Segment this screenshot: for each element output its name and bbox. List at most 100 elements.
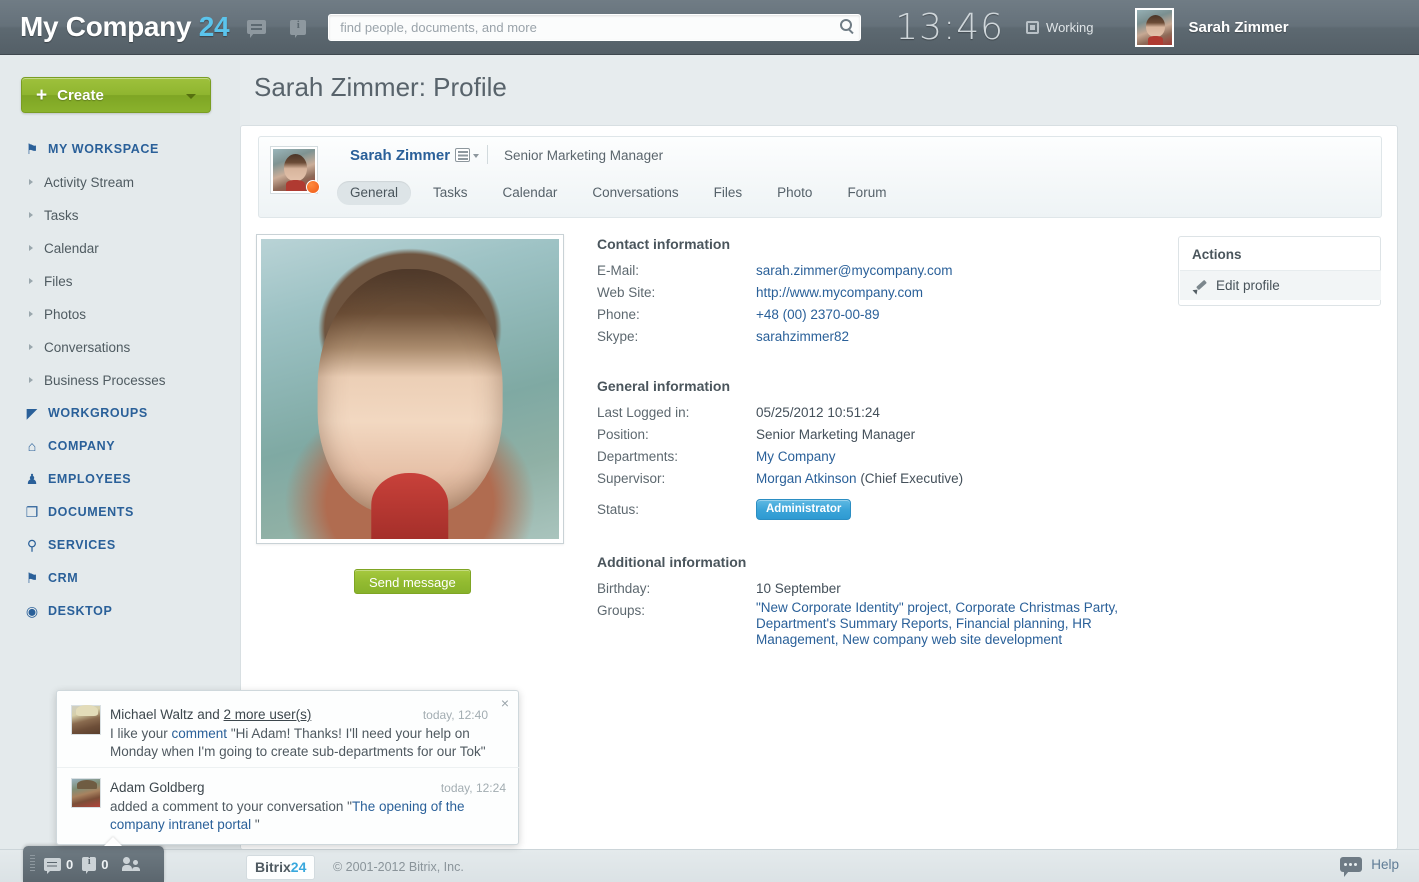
avatar [71, 705, 101, 735]
sidebar-item-business-processes[interactable]: Business Processes [0, 369, 240, 391]
search-icon[interactable] [840, 18, 853, 31]
sidebar-section-label: SERVICES [48, 538, 116, 552]
notifications-count: 0 [101, 856, 109, 872]
chevron-right-icon [29, 179, 35, 185]
groups-label: Groups: [597, 603, 646, 618]
sidebar-section-label: WORKGROUPS [48, 406, 148, 420]
help-chat-icon [1340, 857, 1363, 877]
chevron-down-icon[interactable] [186, 94, 196, 99]
notifications-counter[interactable]: 0 [82, 856, 109, 874]
website-value[interactable]: http://www.mycompany.com [756, 285, 923, 300]
tab-conversations[interactable]: Conversations [579, 181, 691, 205]
drag-handle[interactable] [30, 855, 35, 873]
status-badge: Administrator [756, 499, 852, 520]
copyright: © 2001-2012 Bitrix, Inc. [333, 860, 464, 874]
edit-profile-label: Edit profile [1216, 278, 1280, 293]
sidebar-section-desktop[interactable]: ◉ DESKTOP [0, 600, 240, 622]
megaphone-icon: ◤ [26, 405, 38, 421]
info-icon[interactable] [290, 19, 307, 38]
circle-icon: ◉ [25, 603, 39, 619]
messages-counter[interactable]: 0 [44, 856, 74, 874]
tab-calendar[interactable]: Calendar [490, 181, 571, 205]
profile-position-label: Senior Marketing Manager [504, 148, 664, 163]
logo-text: My Company [20, 11, 192, 42]
people-icon: ♟ [25, 471, 39, 487]
avatar [1135, 7, 1175, 47]
profile-tabs: General Tasks Calendar Conversations Files Ph… [337, 181, 908, 205]
sidebar-section-my-workspace[interactable]: ⚑ MY WORKSPACE [0, 138, 240, 160]
last-logged-value: 05/25/2012 10:51:24 [756, 405, 880, 420]
bitrix-logo-text: Bitrix [255, 859, 291, 875]
edit-profile-button[interactable]: Edit profile [1180, 270, 1381, 300]
supervisor-name-link[interactable]: Morgan Atkinson [756, 471, 857, 486]
bottom-bar: 0 0 Bitrix24 © 2001-2012 Bitrix, Inc. He… [0, 837, 1419, 882]
list-menu-icon[interactable] [455, 148, 470, 162]
profile-name-link[interactable]: Sarah Zimmer [350, 147, 450, 164]
tab-files[interactable]: Files [701, 181, 756, 205]
create-button[interactable]: + Create [21, 77, 211, 113]
position-value: Senior Marketing Manager [756, 427, 916, 442]
sidebar-item-activity-stream[interactable]: Activity Stream [0, 171, 240, 193]
help-button[interactable]: Help [1340, 857, 1399, 877]
sidebar-section-workgroups[interactable]: ◤ WORKGROUPS [0, 402, 240, 424]
sidebar-section-services[interactable]: ⚲ SERVICES [0, 534, 240, 556]
skype-label: Skype: [597, 329, 639, 344]
departments-value[interactable]: My Company [756, 449, 836, 464]
comment-link[interactable]: comment [172, 726, 228, 741]
sidebar-item-label: Business Processes [44, 372, 166, 388]
sidebar-item-files[interactable]: Files [0, 270, 240, 292]
user-name-label: Sarah Zimmer [1188, 18, 1289, 36]
supervisor-role: (Chief Executive) [856, 471, 964, 486]
bitrix-logo[interactable]: Bitrix24 [246, 855, 316, 880]
sidebar-section-documents[interactable]: ❐ DOCUMENTS [0, 501, 240, 523]
groups-links[interactable]: "New Corporate Identity" project, Corpor… [756, 600, 1118, 647]
last-logged-label: Last Logged in: [597, 405, 690, 420]
sidebar-section-employees[interactable]: ♟ EMPLOYEES [0, 468, 240, 490]
chevron-right-icon [29, 245, 35, 251]
website-label: Web Site: [597, 285, 656, 300]
sidebar-item-photos[interactable]: Photos [0, 303, 240, 325]
sidebar-section-company[interactable]: ⌂ COMPANY [0, 435, 240, 457]
search-input[interactable] [328, 13, 862, 41]
people-icon[interactable] [122, 857, 141, 871]
actions-panel: Actions Edit profile [1178, 236, 1381, 306]
help-label: Help [1371, 857, 1399, 872]
sidebar-item-conversations[interactable]: Conversations [0, 336, 240, 358]
working-status[interactable]: Working [1026, 20, 1093, 35]
app-logo[interactable]: My Company 24 [20, 11, 230, 43]
tab-general[interactable]: General [337, 181, 412, 205]
sidebar-section-label: DESKTOP [48, 604, 113, 618]
user-menu[interactable]: Sarah Zimmer [1135, 7, 1289, 47]
tab-tasks[interactable]: Tasks [420, 181, 481, 205]
phone-label: Phone: [597, 307, 640, 322]
tab-forum[interactable]: Forum [834, 181, 899, 205]
chevron-right-icon [29, 344, 35, 350]
home-icon: ⌂ [27, 438, 37, 454]
sidebar-section-label: DOCUMENTS [48, 505, 134, 519]
status-square-icon [1026, 20, 1040, 34]
bottom-toolbar: 0 0 [23, 837, 164, 882]
notification-item[interactable]: Adam Goldberg today, 12:24 added a comme… [57, 767, 520, 839]
chevron-down-icon[interactable] [473, 154, 479, 158]
chat-bubble-icon[interactable] [247, 20, 267, 38]
notification-item[interactable]: Michael Waltz and 2 more user(s) today, … [57, 699, 520, 765]
more-users-link[interactable]: 2 more user(s) [224, 707, 312, 722]
phone-value[interactable]: +48 (00) 2370-00-89 [756, 307, 879, 322]
bitrix-logo-number: 24 [290, 859, 307, 875]
skype-value[interactable]: sarahzimmer82 [756, 329, 849, 344]
email-value[interactable]: sarah.zimmer@mycompany.com [756, 263, 953, 278]
avatar-face [284, 154, 307, 181]
sidebar-section-crm[interactable]: ⚑ CRM [0, 567, 240, 589]
logo-number: 24 [198, 11, 230, 42]
profile-avatar[interactable] [271, 147, 320, 194]
tab-photo[interactable]: Photo [764, 181, 825, 205]
groups-value[interactable]: "New Corporate Identity" project, Corpor… [756, 600, 1156, 648]
send-message-button[interactable]: Send message [354, 569, 471, 594]
messages-count: 0 [66, 856, 74, 872]
page-title: Sarah Zimmer: Profile [254, 72, 507, 102]
clock: 13:46 [895, 6, 1005, 48]
sidebar-item-tasks[interactable]: Tasks [0, 204, 240, 226]
avatar-collar [286, 180, 305, 191]
sidebar-item-calendar[interactable]: Calendar [0, 237, 240, 259]
divider [487, 145, 488, 164]
